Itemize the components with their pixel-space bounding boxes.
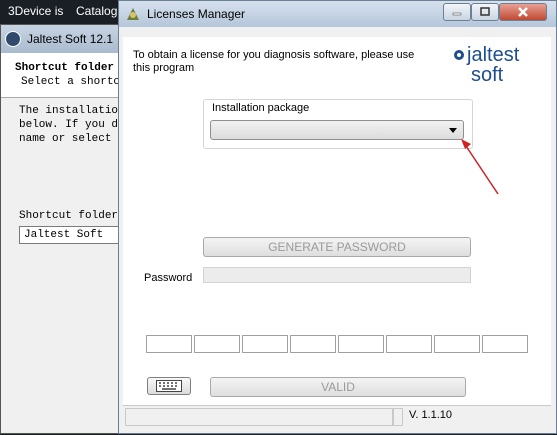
desktop-label-2: Catalog [76, 4, 118, 18]
minimize-button[interactable] [443, 3, 471, 21]
code-field-7[interactable] [434, 335, 480, 353]
generate-password-button[interactable]: GENERATE PASSWORD [203, 237, 471, 257]
main-content: To obtain a license for you diagnosis so… [123, 37, 551, 427]
bg-subheading: Select a shortcu [21, 76, 127, 88]
close-icon [518, 7, 528, 17]
logo-sub: soft [471, 64, 504, 85]
version-label: V. 1.1.10 [409, 409, 453, 421]
code-field-3[interactable] [242, 335, 288, 353]
close-button[interactable] [499, 3, 547, 21]
installation-package-label: Installation package [210, 102, 312, 114]
bg-paragraph-line-1: The installation [19, 105, 125, 117]
password-field[interactable] [203, 267, 471, 283]
app-icon [127, 8, 139, 20]
jaltest-logo: jaltest soft [454, 44, 520, 85]
maximize-icon [480, 7, 490, 16]
status-bar: V. 1.1.10 [123, 405, 551, 428]
status-cell-2 [393, 408, 403, 426]
keyboard-icon [156, 380, 182, 392]
bg-window-title: Jaltest Soft 12.1 [27, 32, 114, 46]
password-label: Password [144, 272, 193, 284]
installation-package-dropdown[interactable] [210, 120, 464, 140]
keyboard-button[interactable] [147, 377, 191, 395]
code-field-4[interactable] [290, 335, 336, 353]
code-field-5[interactable] [338, 335, 384, 353]
info-text: To obtain a license for you diagnosis so… [133, 49, 415, 74]
code-field-6[interactable] [386, 335, 432, 353]
installer-icon [5, 31, 21, 47]
licenses-manager-window: Licenses Manager To obtain a license for… [118, 0, 557, 434]
bg-heading: Shortcut folder [15, 62, 115, 74]
status-cell-1 [125, 408, 393, 426]
maximize-button[interactable] [471, 3, 499, 21]
bg-paragraph-line-2: below. If you do [19, 119, 125, 131]
minimize-icon [452, 12, 462, 16]
bg-paragraph-line-3: name or select a [19, 133, 125, 145]
desktop-label-1: 3Device is [8, 4, 64, 18]
code-field-2[interactable] [194, 335, 240, 353]
code-field-1[interactable] [146, 335, 192, 353]
valid-button[interactable]: VALID [210, 377, 466, 397]
bg-folder-label: Shortcut folder: [19, 210, 125, 222]
main-titlebar[interactable]: Licenses Manager [119, 1, 556, 27]
code-field-8[interactable] [482, 335, 528, 353]
installation-package-group: Installation package [203, 99, 473, 149]
logo-brand: jaltest [466, 44, 520, 66]
window-title: Licenses Manager [147, 7, 246, 21]
chevron-down-icon [449, 128, 457, 133]
